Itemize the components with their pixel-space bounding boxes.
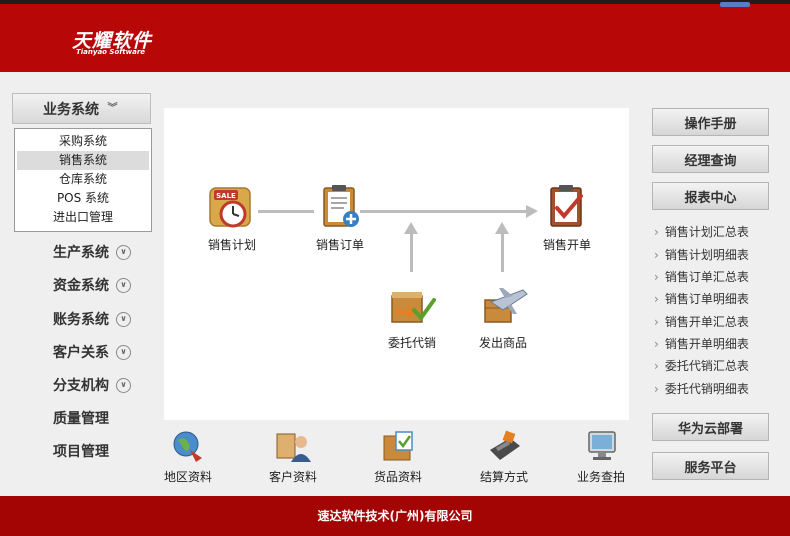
report-link-label: 委托代销明细表 [664, 382, 749, 396]
chevron-down-icon: ∨ [116, 277, 131, 293]
report-link[interactable]: › 销售计划明细表 [654, 244, 749, 266]
report-center-button[interactable]: 报表中心 [652, 182, 769, 210]
flow-arrow-up-icon [404, 222, 418, 234]
flow-node-sales-plan[interactable]: SALE 销售计划 [187, 182, 277, 253]
flow-node-label: 销售订单 [315, 238, 364, 252]
quick-link-label: 地区资料 [163, 470, 212, 484]
nav-crm[interactable]: 客户关系 ∨ [26, 339, 156, 365]
quick-link-label: 业务查拍 [576, 470, 625, 484]
nav-projects[interactable]: 项目管理 [26, 438, 156, 464]
report-link[interactable]: › 销售订单汇总表 [654, 266, 749, 288]
chevron-right-icon: › [654, 248, 659, 262]
quick-link-customer[interactable]: 客户资料 [253, 428, 333, 485]
flow-node-sales-order[interactable]: 销售订单 [295, 182, 385, 253]
report-link-label: 销售订单明细表 [664, 292, 749, 306]
nav-item-label: 项目管理 [53, 444, 109, 460]
nav-item-label: 生产系统 [53, 245, 109, 261]
footer-company: 速达软件技术(广州)有限公司 [0, 496, 790, 536]
huawei-cloud-button[interactable]: 华为云部署 [652, 413, 769, 441]
airplane-cargo-icon [477, 280, 529, 332]
manager-query-button[interactable]: 经理查询 [652, 145, 769, 173]
nav-quality[interactable]: 质量管理 [26, 405, 156, 431]
flow-node-shipped-goods[interactable]: 发出商品 [458, 280, 548, 351]
nav-item-label: 账务系统 [53, 312, 109, 328]
clipboard-check-icon [541, 182, 593, 234]
chevron-right-icon: › [654, 270, 659, 284]
flow-connector [410, 232, 413, 272]
chevron-down-icon: ∨ [116, 377, 131, 393]
submenu-item-purchase[interactable]: 采购系统 [17, 132, 149, 151]
flow-node-label: 委托代销 [387, 336, 436, 350]
nav-item-label: 资金系统 [53, 278, 109, 294]
sale-clock-icon: SALE [206, 182, 258, 234]
report-link-label: 销售计划明细表 [664, 248, 749, 262]
chevron-down-icon: ∨ [116, 244, 131, 260]
flow-node-label: 销售计划 [207, 238, 256, 252]
sales-flow-panel [164, 108, 629, 420]
app-header: 天耀软件 Tianyao Software [0, 0, 790, 72]
submenu-item-import-export[interactable]: 进出口管理 [17, 208, 149, 227]
business-submenu: 采购系统 销售系统 仓库系统 POS 系统 进出口管理 [14, 128, 152, 232]
nav-accounting[interactable]: 账务系统 ∨ [26, 306, 156, 332]
svg-text:SALE: SALE [216, 192, 236, 200]
report-link-label: 销售计划汇总表 [664, 225, 749, 239]
settlement-icon [484, 428, 524, 464]
service-platform-button[interactable]: 服务平台 [652, 452, 769, 480]
quick-link-label: 客户资料 [268, 470, 317, 484]
chevron-down-icon: ∨ [116, 311, 131, 327]
consign-box-icon [386, 280, 438, 332]
clipboard-add-icon [314, 182, 366, 234]
report-link[interactable]: › 销售订单明细表 [654, 288, 749, 310]
chevron-right-icon: › [654, 382, 659, 396]
chevron-right-icon: › [654, 225, 659, 239]
report-link-label: 销售开单明细表 [664, 337, 749, 351]
nav-item-label: 质量管理 [53, 411, 109, 427]
flow-arrow-up-icon [495, 222, 509, 234]
nav-head-label: 业务系统 [43, 101, 99, 118]
report-link[interactable]: › 委托代销明细表 [654, 378, 749, 400]
chevron-right-icon: › [654, 292, 659, 306]
nav-branches[interactable]: 分支机构 ∨ [26, 372, 156, 398]
quick-link-region[interactable]: 地区资料 [148, 428, 228, 485]
manual-button[interactable]: 操作手册 [652, 108, 769, 136]
report-link[interactable]: › 销售计划汇总表 [654, 221, 749, 243]
quick-link-label: 结算方式 [479, 470, 528, 484]
report-link-label: 销售订单汇总表 [664, 270, 749, 284]
chevron-right-icon: › [654, 359, 659, 373]
flow-node-sales-billing[interactable]: 销售开单 [522, 182, 612, 253]
flow-node-label: 销售开单 [542, 238, 591, 252]
chevron-right-icon: › [654, 337, 659, 351]
report-link[interactable]: › 销售开单汇总表 [654, 311, 749, 333]
chevron-down-icon: ︾ [107, 102, 118, 114]
quick-link-query[interactable]: 业务查拍 [572, 428, 630, 485]
submenu-item-sales[interactable]: 销售系统 [17, 151, 149, 170]
quick-link-goods[interactable]: 货品资料 [358, 428, 438, 485]
report-link[interactable]: › 销售开单明细表 [654, 333, 749, 355]
report-link-label: 委托代销汇总表 [664, 359, 749, 373]
nav-item-label: 客户关系 [53, 345, 109, 361]
report-link-label: 销售开单汇总表 [664, 315, 749, 329]
nav-business-system[interactable]: 业务系统 ︾ [12, 93, 151, 124]
report-link[interactable]: › 委托代销汇总表 [654, 355, 749, 377]
nav-production[interactable]: 生产系统 ∨ [26, 239, 156, 265]
logo-subtitle: Tianyao Software [76, 48, 146, 56]
submenu-item-pos[interactable]: POS 系统 [17, 189, 149, 208]
nav-item-label: 分支机构 [53, 378, 109, 394]
chevron-right-icon: › [654, 315, 659, 329]
nav-funds[interactable]: 资金系统 ∨ [26, 272, 156, 298]
submenu-item-warehouse[interactable]: 仓库系统 [17, 170, 149, 189]
region-icon [168, 428, 208, 464]
quick-link-label: 货品资料 [373, 470, 422, 484]
flow-connector [360, 210, 528, 213]
chevron-down-icon: ∨ [116, 344, 131, 360]
flow-node-consignment[interactable]: 委托代销 [367, 280, 457, 351]
flow-node-label: 发出商品 [478, 336, 527, 350]
query-icon [581, 428, 621, 464]
window-corner-icon [720, 2, 750, 7]
flow-connector [501, 232, 504, 272]
quick-link-settlement[interactable]: 结算方式 [464, 428, 544, 485]
customer-icon [273, 428, 313, 464]
goods-icon [378, 428, 418, 464]
